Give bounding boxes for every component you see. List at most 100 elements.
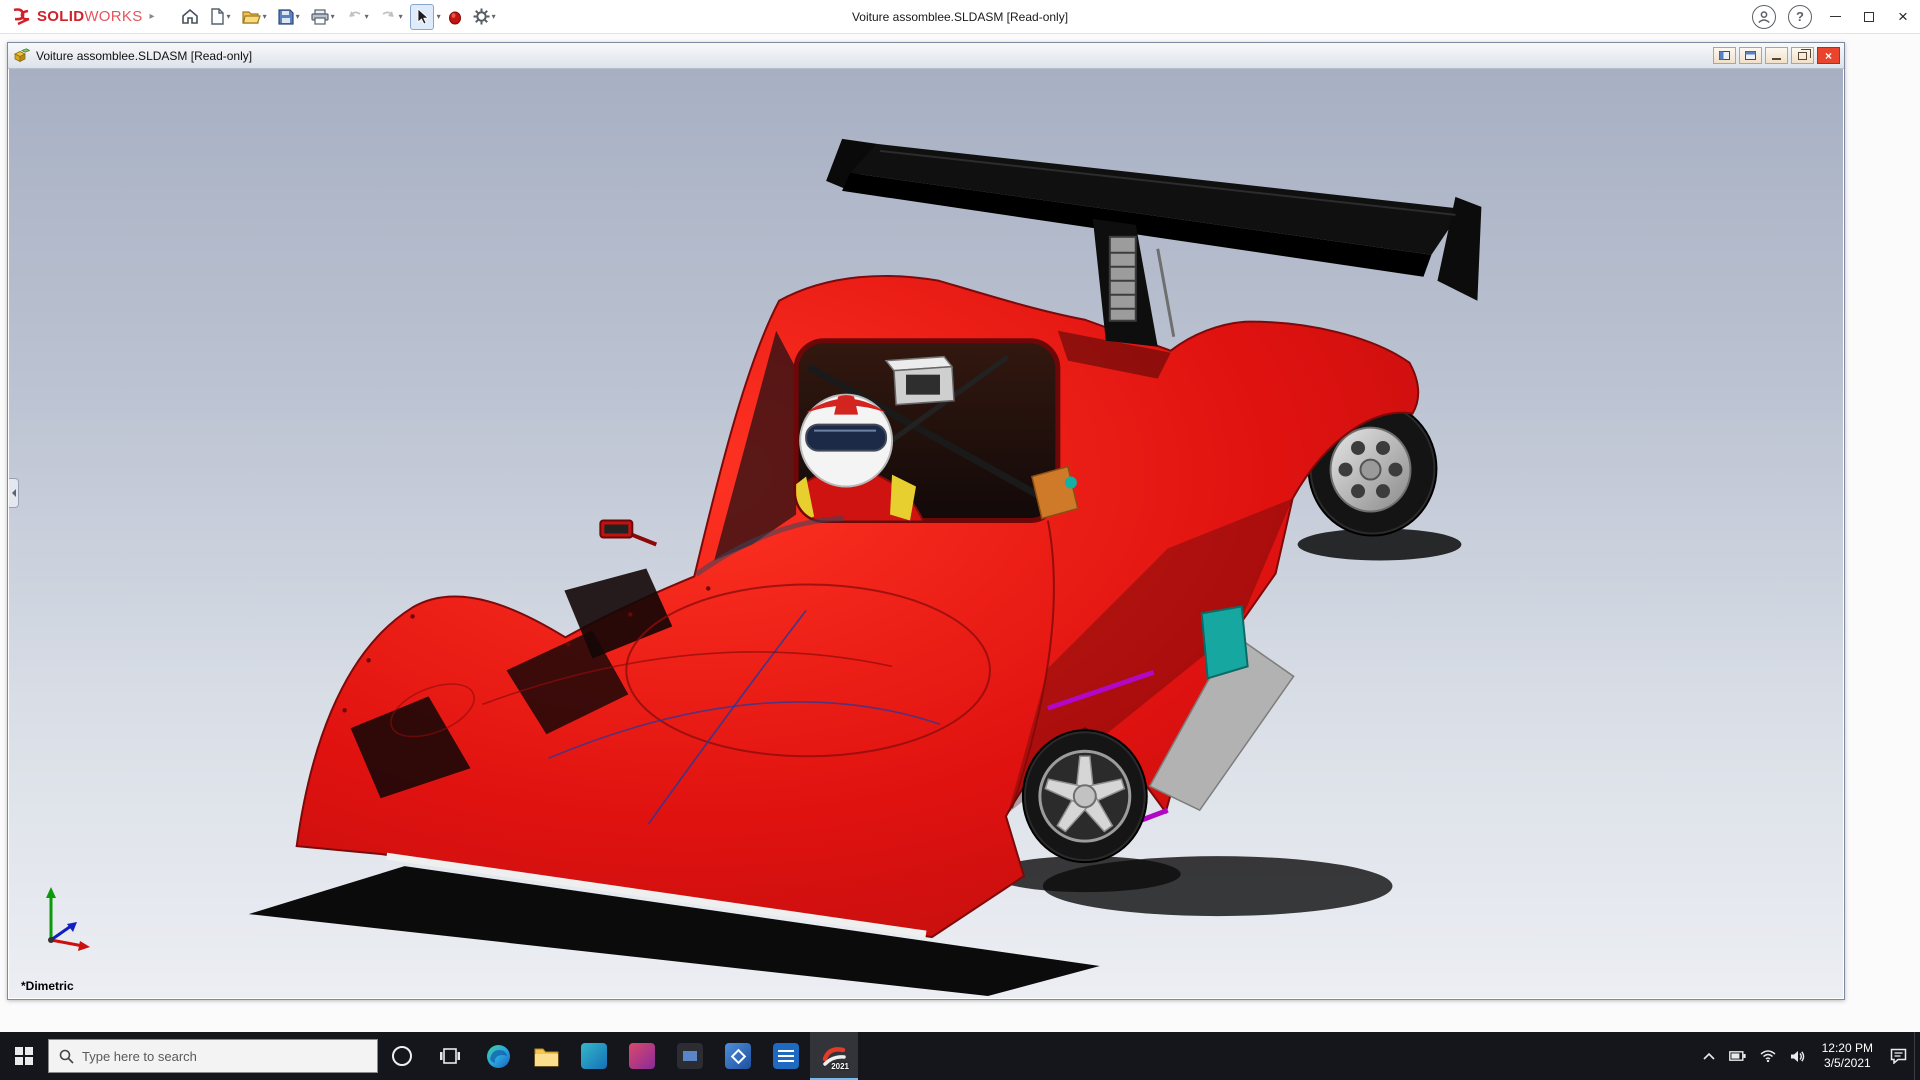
cortana-button[interactable] <box>378 1032 426 1080</box>
app-tile-blue-lines-icon <box>773 1043 799 1069</box>
volume-icon <box>1790 1050 1805 1063</box>
red-sphere-tool-icon <box>448 9 462 25</box>
titlebar-right-controls: ? × <box>1746 0 1920 34</box>
solidworks-brand: SOLIDWORKS ▸ <box>0 7 163 27</box>
new-document-icon <box>210 8 225 25</box>
print-icon <box>311 9 329 25</box>
battery-tray-button[interactable] <box>1722 1032 1753 1080</box>
action-center-icon <box>1890 1048 1907 1064</box>
task-view-button[interactable] <box>426 1032 474 1080</box>
battery-icon <box>1729 1051 1746 1061</box>
taskbar-app-1[interactable] <box>570 1032 618 1080</box>
dropdown-caret-icon[interactable]: ▾ <box>365 12 369 21</box>
help-button[interactable]: ? <box>1788 5 1812 29</box>
orientation-triad <box>31 882 95 956</box>
system-tray: 12:20 PM 3/5/2021 <box>1696 1032 1920 1080</box>
app-maximize-button[interactable] <box>1852 0 1886 34</box>
taskbar-app-4[interactable] <box>714 1032 762 1080</box>
redo-button[interactable]: ▾ <box>376 4 407 30</box>
minimize-icon <box>1772 58 1781 60</box>
taskbar-search[interactable] <box>48 1039 378 1073</box>
help-icon: ? <box>1796 9 1804 24</box>
windows-logo-icon <box>15 1047 33 1065</box>
home-button[interactable] <box>177 4 203 30</box>
close-icon: × <box>1825 50 1832 62</box>
dropdown-caret-icon[interactable]: ▾ <box>296 12 300 21</box>
person-icon <box>1757 10 1771 24</box>
3d-model-race-car[interactable] <box>9 69 1843 998</box>
print-button[interactable]: ▾ <box>307 4 339 30</box>
app-close-button[interactable]: × <box>1886 0 1920 34</box>
open-folder-icon <box>242 9 261 25</box>
clock-time: 12:20 PM <box>1822 1041 1873 1056</box>
dropdown-caret-icon[interactable]: ▾ <box>331 12 335 21</box>
taskbar-app-3[interactable] <box>666 1032 714 1080</box>
home-icon <box>181 8 199 25</box>
task-view-icon <box>439 1046 461 1066</box>
taskbar-app-5[interactable] <box>762 1032 810 1080</box>
menu-flyout-icon[interactable]: ▸ <box>150 11 155 22</box>
show-desktop-button[interactable] <box>1914 1032 1920 1080</box>
solidworks-app-icon: 2021 <box>821 1043 847 1069</box>
maximize-icon <box>1864 12 1874 22</box>
select-arrow-icon <box>415 8 429 25</box>
open-button[interactable]: ▾ <box>238 4 271 30</box>
undo-button[interactable]: ▾ <box>342 4 373 30</box>
dropdown-caret-icon[interactable]: ▾ <box>437 12 441 21</box>
helmet-visor <box>806 425 886 451</box>
brand-wordmark: SOLIDWORKS <box>37 8 143 25</box>
rear-wing <box>826 139 1481 301</box>
app-tile-magenta-icon <box>629 1043 655 1069</box>
new-document-button[interactable]: ▾ <box>206 4 235 30</box>
document-window-buttons: × <box>1713 47 1840 64</box>
clock-date: 3/5/2021 <box>1822 1056 1873 1071</box>
dropdown-caret-icon[interactable]: ▾ <box>492 12 496 21</box>
app-window-title: Voiture assomblee.SLDASM [Read-only] <box>852 10 1068 24</box>
taskbar-clock[interactable]: 12:20 PM 3/5/2021 <box>1812 1041 1883 1071</box>
dropdown-caret-icon[interactable]: ▾ <box>227 12 231 21</box>
app-minimize-button[interactable] <box>1818 0 1852 34</box>
file-explorer-button[interactable] <box>522 1032 570 1080</box>
featuremanager-collapse-tab[interactable] <box>9 478 19 508</box>
save-icon <box>278 9 294 25</box>
camera-pod <box>886 357 954 405</box>
redo-icon <box>380 9 397 24</box>
document-title-bar[interactable]: Voiture assomblee.SLDASM [Read-only] × <box>8 43 1844 69</box>
doc-minimize-button[interactable] <box>1765 47 1788 64</box>
dropdown-caret-icon[interactable]: ▾ <box>399 12 403 21</box>
restore-icon <box>1798 52 1807 60</box>
front-right-wheel <box>1023 730 1147 862</box>
windows-taskbar: 2021 12:20 PM 3/5/2021 <box>0 1032 1920 1080</box>
wifi-icon <box>1760 1050 1776 1062</box>
taskbar-solidworks-button[interactable]: 2021 <box>810 1032 858 1080</box>
volume-tray-button[interactable] <box>1783 1032 1812 1080</box>
edge-button[interactable] <box>474 1032 522 1080</box>
graphics-viewport[interactable]: *Dimetric <box>9 69 1843 998</box>
start-button[interactable] <box>0 1032 48 1080</box>
search-input[interactable] <box>82 1049 332 1064</box>
close-icon: × <box>1898 8 1908 25</box>
save-button[interactable]: ▾ <box>274 4 304 30</box>
cortana-icon <box>392 1046 412 1066</box>
doc-layout-button-1[interactable] <box>1713 47 1736 64</box>
doc-close-button[interactable]: × <box>1817 47 1840 64</box>
file-explorer-icon <box>534 1046 559 1067</box>
edge-icon <box>486 1044 511 1069</box>
solidworks-year-badge: 2021 <box>831 1062 849 1071</box>
hidden-icons-button[interactable] <box>1696 1032 1722 1080</box>
network-tray-button[interactable] <box>1753 1032 1783 1080</box>
chevron-up-icon <box>1703 1052 1715 1060</box>
view-orientation-label: *Dimetric <box>21 979 74 993</box>
assembly-document-icon <box>14 48 30 63</box>
red-sphere-tool-button[interactable] <box>444 4 466 30</box>
doc-layout-button-2[interactable] <box>1739 47 1762 64</box>
doc-restore-button[interactable] <box>1791 47 1814 64</box>
account-icon[interactable] <box>1752 5 1776 29</box>
minimize-icon <box>1830 16 1841 17</box>
action-center-button[interactable] <box>1883 1032 1914 1080</box>
select-tool-button[interactable] <box>410 4 434 30</box>
taskbar-app-2[interactable] <box>618 1032 666 1080</box>
app-tile-teal-icon <box>581 1043 607 1069</box>
options-button[interactable]: ▾ <box>469 4 500 30</box>
dropdown-caret-icon[interactable]: ▾ <box>263 12 267 21</box>
